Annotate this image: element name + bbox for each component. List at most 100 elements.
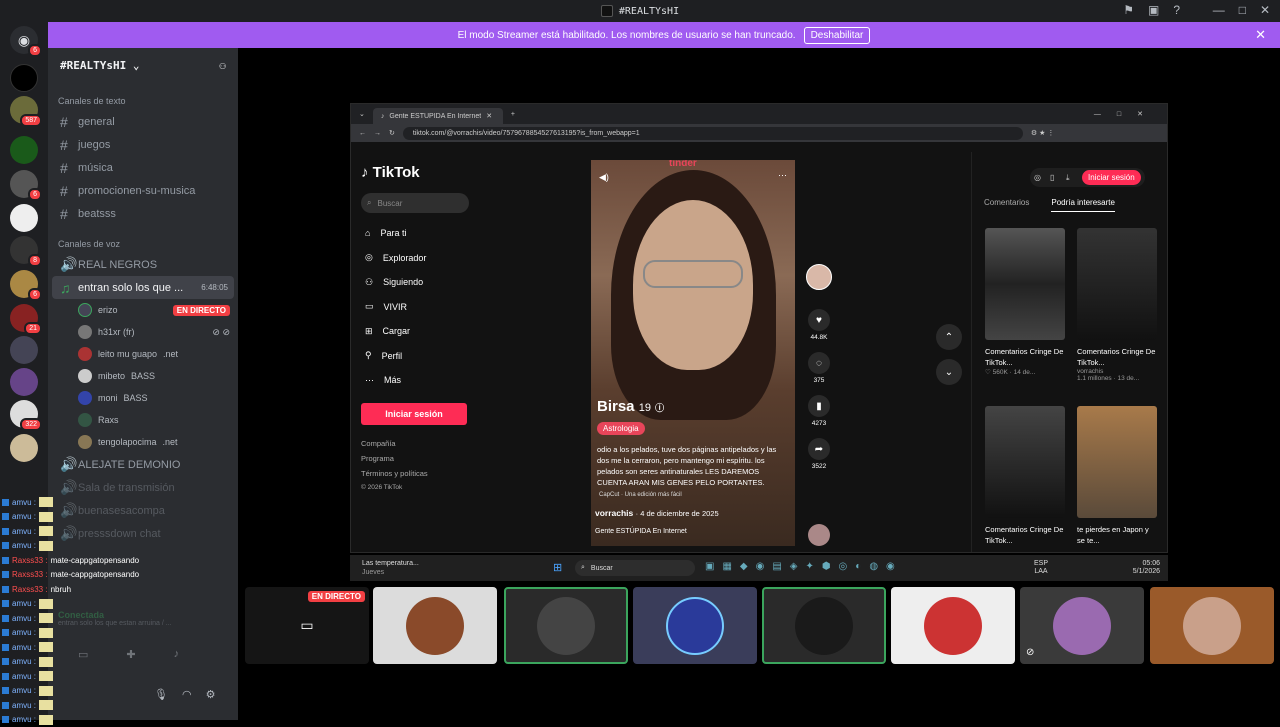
volume-icon[interactable]: ◀) (599, 172, 609, 183)
voice-channel[interactable]: 🔊ALEJATE DEMONIO (48, 453, 238, 476)
new-tab-icon[interactable]: + (511, 111, 515, 118)
voice-user[interactable]: h31xr (fr)⊘ ⊘ (48, 321, 238, 343)
taskbar-search[interactable]: ⌕Buscar (575, 560, 695, 576)
close-tab-icon[interactable]: ✕ (486, 112, 492, 120)
nav-item[interactable]: ⚇Siguiendo (361, 270, 471, 295)
url-input[interactable]: tiktok.com/@vorrachis/video/757967885452… (403, 127, 1023, 140)
author-avatar[interactable] (806, 264, 832, 290)
prev-video-button[interactable]: ⌃ (936, 324, 962, 350)
server-icon[interactable] (10, 204, 38, 232)
server-icon[interactable] (10, 136, 38, 164)
discord-home-icon[interactable]: ◉6 (10, 26, 38, 54)
nav-item[interactable]: ⊞Cargar (361, 319, 471, 344)
twitch-icon (2, 571, 9, 578)
channel-juegos[interactable]: #juegos (48, 133, 238, 156)
channel-general[interactable]: #general (48, 110, 238, 133)
voice-channel-active[interactable]: ♫entran solo los que ...6:48:05 (52, 276, 234, 299)
voice-user[interactable]: leito mu guapo.net (48, 343, 238, 365)
login-button[interactable]: Iniciar sesión (361, 403, 467, 425)
server-icon[interactable] (10, 336, 38, 364)
suggested-card[interactable]: Comentarios Cringe De TikTok... (985, 406, 1065, 546)
browser-tab[interactable]: ♪ Gente ESTÚPIDA En Internet ✕ (373, 108, 503, 124)
voice-user[interactable]: tengolapocima.net (48, 431, 238, 453)
voice-category[interactable]: Canales de voz (48, 225, 238, 253)
server-icon[interactable] (10, 368, 38, 396)
video-author[interactable]: vorrachis · 4 de diciembre de 2025 (595, 508, 719, 518)
flag-icon[interactable]: ⚑ (1123, 3, 1134, 17)
participant-tile[interactable] (633, 587, 757, 664)
bookmark-button[interactable]: ▮4273 (806, 395, 832, 438)
suggested-card[interactable]: Comentarios Cringe De TikTok... vorrachi… (1077, 228, 1157, 382)
like-button[interactable]: ♥44.8K (806, 309, 832, 352)
server-icon[interactable]: 322 (10, 400, 38, 428)
close-icon[interactable]: ✕ (1255, 27, 1266, 43)
channel-beatsss[interactable]: #beatsss (48, 202, 238, 225)
minimize-button[interactable]: — (1213, 3, 1225, 17)
comment-button[interactable]: ◌375 (806, 352, 832, 395)
participant-tile[interactable] (762, 587, 886, 664)
language-indicator[interactable]: ESP LAA (1034, 560, 1048, 576)
nav-item[interactable]: ⚲Perfil (361, 344, 471, 369)
channel-musica[interactable]: #música (48, 156, 238, 179)
nav-item[interactable]: ⋯Más (361, 368, 471, 393)
voice-user[interactable]: mibetoBASS (48, 365, 238, 387)
participant-tile[interactable] (1150, 587, 1274, 664)
server-icon[interactable]: 21 (10, 304, 38, 332)
footer-link[interactable]: Términos y políticas (361, 469, 471, 484)
nav-item[interactable]: ⌂Para ti (361, 221, 471, 246)
server-icon[interactable]: 6 (10, 270, 38, 298)
stream-tile[interactable]: EN DIRECTO ▭ (245, 587, 369, 664)
phone-icon[interactable]: ▯ (1050, 173, 1060, 182)
more-options-icon[interactable]: ⋯ (778, 170, 787, 181)
share-button[interactable]: ➦3522 (806, 438, 832, 481)
help-icon[interactable]: ? (1173, 3, 1180, 17)
participant-tile[interactable]: ⊘ (1020, 587, 1144, 664)
forward-icon[interactable]: → (374, 130, 381, 137)
footer-link[interactable]: Programa (361, 454, 471, 469)
voice-user[interactable]: Raxs (48, 409, 238, 431)
header-login-button[interactable]: Iniciar sesión (1082, 170, 1141, 185)
search-input[interactable]: ⌕Buscar (361, 193, 469, 213)
close-window-button[interactable]: ✕ (1260, 3, 1270, 17)
inbox-icon[interactable]: ▣ (1148, 3, 1159, 17)
voice-user[interactable]: erizoEN DIRECTO (48, 299, 238, 321)
extensions-icon[interactable]: ⚙ ★ ⋮ (1031, 129, 1054, 137)
tab-comments[interactable]: Comentarios (984, 198, 1029, 212)
suggested-card[interactable]: Comentarios Cringe De TikTok... ♡ 560K ·… (985, 228, 1065, 376)
next-video-button[interactable]: ⌄ (936, 359, 962, 385)
avatar (78, 303, 92, 317)
channel-promocionen[interactable]: #promocionen-su-musica (48, 179, 238, 202)
participant-tile[interactable] (891, 587, 1015, 664)
invite-people-icon[interactable]: ⚇ (219, 59, 226, 72)
compass-icon[interactable]: ◎ (1034, 173, 1044, 182)
nav-item[interactable]: ◎Explorador (361, 246, 471, 271)
tab-suggested[interactable]: Podría interesarte (1051, 198, 1115, 212)
participant-tile[interactable] (373, 587, 497, 664)
nav-item[interactable]: ▭VIVIR (361, 295, 471, 320)
text-category[interactable]: Canales de texto (48, 82, 238, 110)
maximize-button[interactable]: □ (1239, 3, 1246, 17)
video-player[interactable]: tinder ◀) ⋯ Birsa 19 ⓘ Astrologia odio a… (591, 160, 795, 546)
download-icon[interactable]: ⤓ (1066, 173, 1076, 183)
music-disc[interactable] (808, 524, 830, 546)
taskbar-apps[interactable]: ▣▦◆◉▤◈✦⬢◎◐◍◉ (705, 561, 903, 572)
server-icon[interactable]: 8 (10, 236, 38, 264)
footer-link[interactable]: Compañía (361, 439, 471, 454)
tiktok-logo[interactable]: ♪ TikTok (361, 164, 471, 181)
server-header[interactable]: #REALTYsHI ⌄ ⚇ (48, 48, 238, 82)
tab-list-icon[interactable]: ⌄ (359, 110, 365, 118)
server-icon[interactable]: 6 (10, 170, 38, 198)
reload-icon[interactable]: ↻ (389, 129, 395, 137)
server-icon[interactable] (10, 434, 38, 462)
voice-channel[interactable]: 🔊REAL NEGROS (48, 253, 238, 276)
back-icon[interactable]: ← (359, 130, 366, 137)
voice-user[interactable]: moniBASS (48, 387, 238, 409)
disable-streamer-button[interactable]: Deshabilitar (804, 27, 871, 44)
weather-widget[interactable]: Las temperatura... Jueves (362, 559, 419, 577)
participant-tile[interactable] (504, 587, 628, 664)
server-icon[interactable]: 587 (10, 96, 38, 124)
suggested-card[interactable]: te pierdes en Japon y se te... (1077, 406, 1157, 546)
server-icon[interactable] (10, 64, 38, 92)
clock[interactable]: 05:06 5/1/2026 (1133, 560, 1160, 576)
start-icon[interactable]: ⊞ (553, 561, 562, 574)
